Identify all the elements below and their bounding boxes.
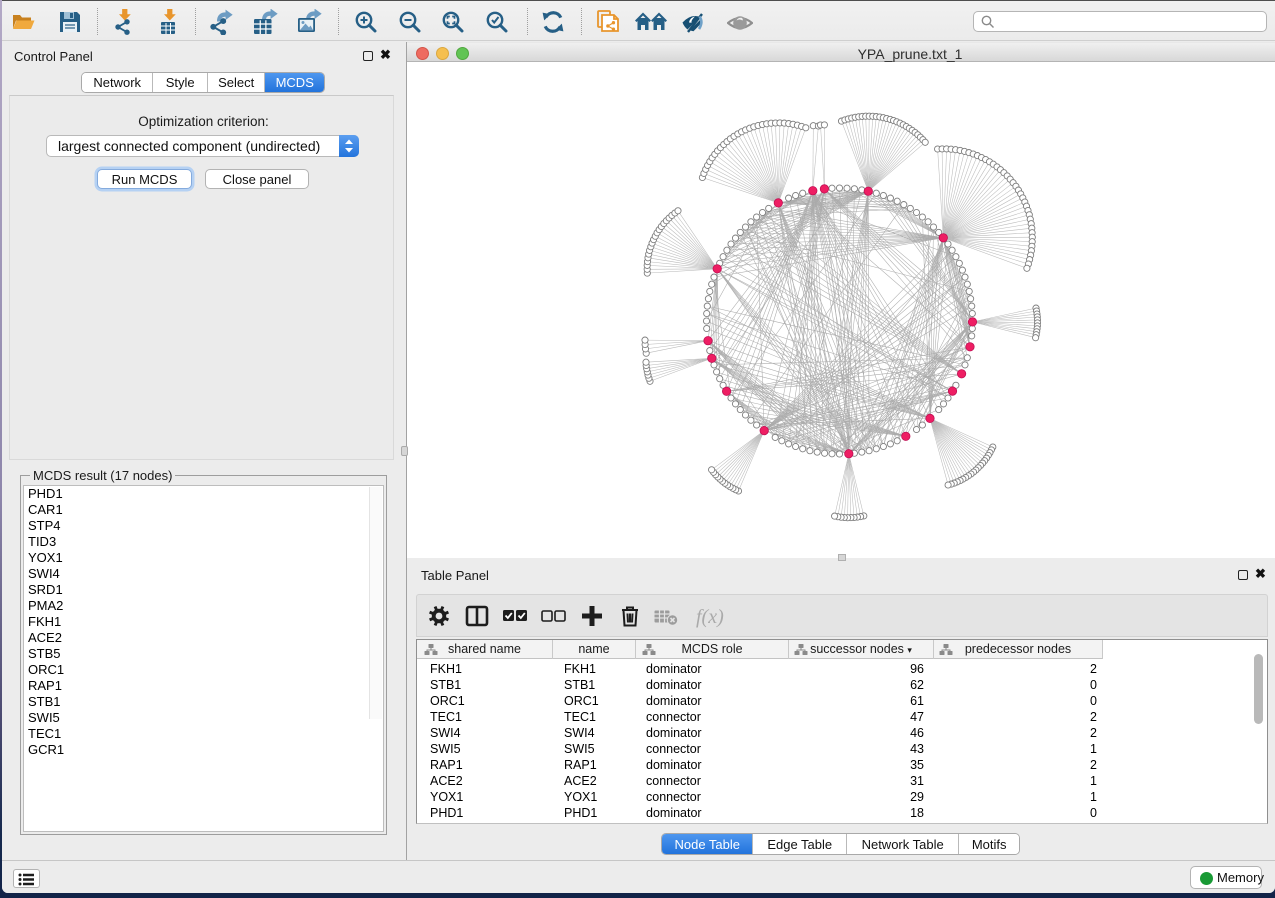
svg-text:f(x): f(x) [696,606,724,628]
